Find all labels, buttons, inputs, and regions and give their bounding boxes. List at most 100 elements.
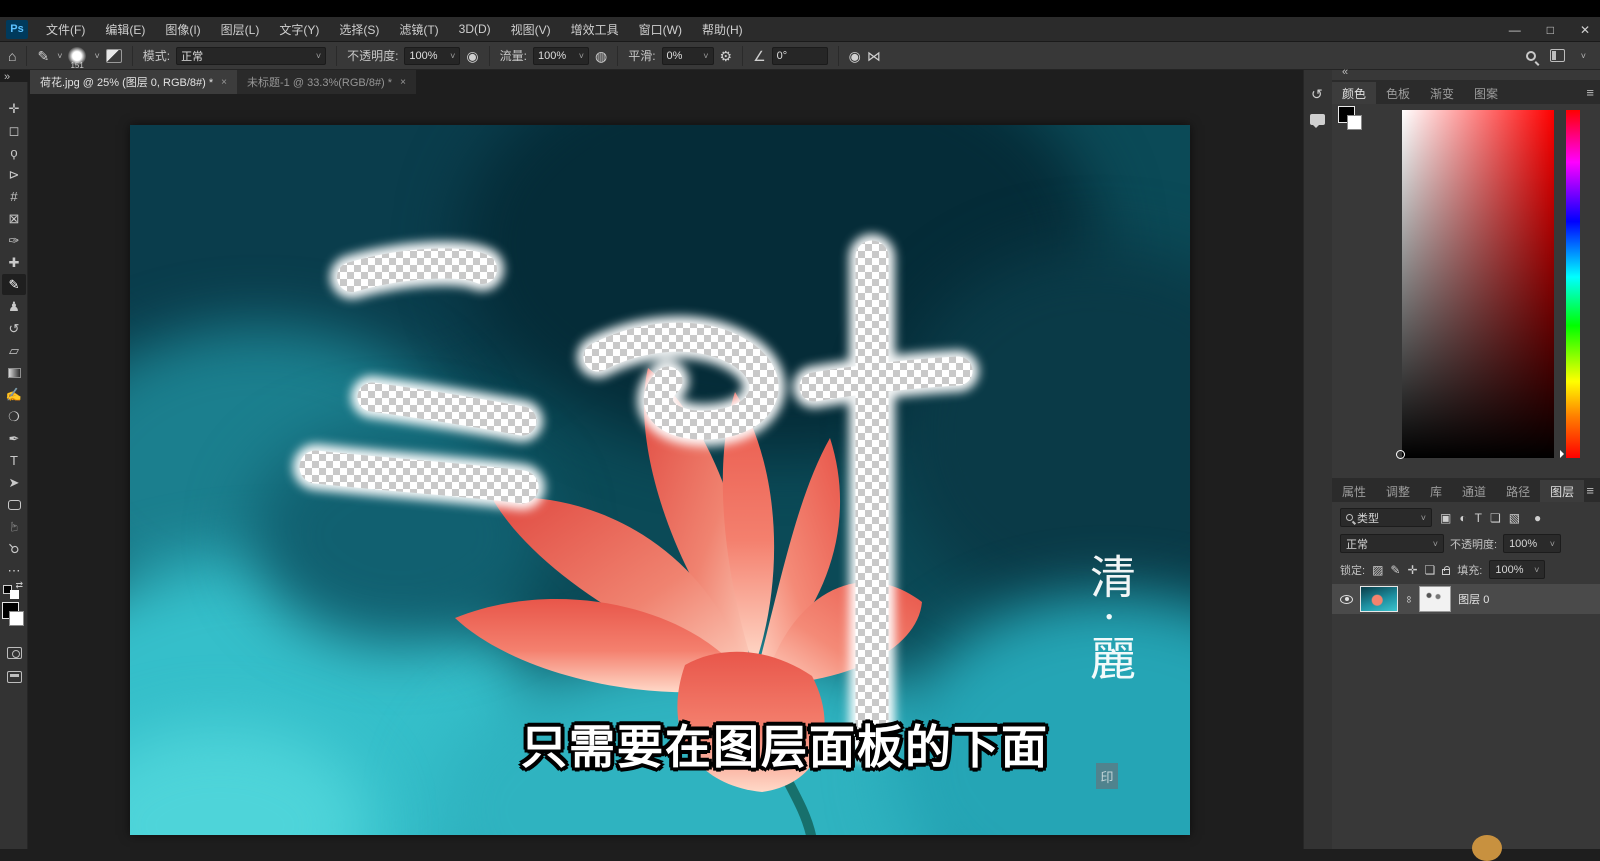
tab-paths[interactable]: 路径: [1496, 480, 1540, 502]
layer-blend-mode-select[interactable]: 正常 ˅: [1340, 534, 1444, 553]
panel-menu-icon[interactable]: ≡: [1586, 85, 1594, 100]
lock-paint-icon[interactable]: ✎: [1390, 563, 1400, 577]
layer-visibility-eye-icon[interactable]: [1340, 595, 1353, 604]
path-selection-tool[interactable]: ➤: [2, 472, 26, 493]
smudge-tool[interactable]: ✍: [2, 384, 26, 405]
smoothing-gear-icon[interactable]: ⚙: [720, 49, 733, 63]
filter-pixel-layers-icon[interactable]: ▣: [1440, 511, 1451, 525]
edit-toolbar-button[interactable]: ⋯: [2, 560, 26, 581]
brush-settings-panel-toggle[interactable]: [106, 49, 122, 63]
tab-libraries[interactable]: 库: [1420, 480, 1452, 502]
tab-layers[interactable]: 图层: [1540, 480, 1584, 502]
default-swap-colors[interactable]: ⇄: [3, 582, 23, 598]
restore-button[interactable]: □: [1547, 23, 1554, 37]
menu-plugins[interactable]: 增效工具: [561, 21, 629, 38]
tab-patterns[interactable]: 图案: [1464, 82, 1508, 104]
lock-all-icon[interactable]: [1442, 569, 1450, 575]
menu-view[interactable]: 视图(V): [501, 21, 561, 38]
layer-fill-select[interactable]: 100% ˅: [1489, 560, 1545, 579]
dodge-tool[interactable]: ❍: [2, 406, 26, 427]
menu-select[interactable]: 选择(S): [329, 21, 389, 38]
tab-properties[interactable]: 属性: [1332, 480, 1376, 502]
color-pick-marker[interactable]: [1396, 450, 1405, 459]
lock-position-icon[interactable]: ✛: [1407, 563, 1417, 577]
minimize-button[interactable]: —: [1509, 23, 1521, 37]
panel-menu-icon[interactable]: ≡: [1586, 483, 1594, 498]
eyedropper-tool[interactable]: ✑: [2, 230, 26, 251]
lasso-tool[interactable]: ϙ: [2, 142, 26, 163]
tab-channels[interactable]: 通道: [1452, 480, 1496, 502]
menu-type[interactable]: 文字(Y): [269, 21, 329, 38]
collapse-panels-icon[interactable]: «: [1342, 66, 1348, 78]
comments-panel-icon[interactable]: [1310, 114, 1325, 125]
workspace-switcher-icon[interactable]: [1550, 49, 1565, 62]
hand-tool[interactable]: ☞: [2, 516, 26, 537]
type-tool[interactable]: T: [2, 450, 26, 471]
opacity-select[interactable]: 100% ˅: [404, 47, 460, 65]
menu-image[interactable]: 图像(I): [155, 21, 210, 38]
clone-stamp-tool[interactable]: ♟: [2, 296, 26, 317]
gradient-tool[interactable]: [2, 362, 26, 383]
saturation-brightness-picker[interactable]: [1402, 110, 1554, 458]
tab-gradients[interactable]: 渐变: [1420, 82, 1464, 104]
background-color-swatch[interactable]: [9, 611, 24, 626]
close-tab-icon[interactable]: ×: [400, 77, 406, 88]
quick-mask-button[interactable]: [2, 642, 26, 663]
background-color-swatch[interactable]: [1347, 115, 1362, 130]
search-icon[interactable]: [1526, 51, 1536, 61]
brush-preset-picker[interactable]: 151: [68, 47, 86, 65]
move-tool[interactable]: ✛: [2, 98, 26, 119]
shape-tool[interactable]: [2, 494, 26, 515]
smoothing-select[interactable]: 0% ˅: [662, 47, 714, 65]
pen-tool[interactable]: ✒: [2, 428, 26, 449]
history-brush-tool[interactable]: ↺: [2, 318, 26, 339]
menu-file[interactable]: 文件(F): [36, 21, 95, 38]
pressure-size-icon[interactable]: ◉: [849, 49, 861, 63]
history-panel-icon[interactable]: ↺: [1311, 86, 1323, 103]
airbrush-icon[interactable]: ◍: [595, 49, 607, 63]
layer-filter-select[interactable]: 类型 ˅: [1340, 508, 1432, 527]
layer-mask-thumbnail[interactable]: [1419, 586, 1451, 612]
screen-mode-button[interactable]: [2, 666, 26, 687]
hue-slider[interactable]: [1566, 110, 1580, 458]
filter-adjustment-layers-icon[interactable]: ◐: [1459, 511, 1466, 525]
crop-tool[interactable]: #: [2, 186, 26, 207]
menu-3d[interactable]: 3D(D): [449, 22, 501, 36]
color-panel-swatches[interactable]: [1338, 106, 1368, 136]
blend-mode-select[interactable]: 正常 ˅: [176, 47, 326, 65]
object-selection-tool[interactable]: ⊳: [2, 164, 26, 185]
filter-toggle-pin-icon[interactable]: ●: [1534, 511, 1541, 525]
foreground-background-swatches[interactable]: [2, 602, 26, 632]
close-button[interactable]: ✕: [1580, 23, 1590, 37]
filter-type-layers-icon[interactable]: T: [1475, 511, 1482, 525]
menu-window[interactable]: 窗口(W): [629, 21, 692, 38]
tab-swatches[interactable]: 色板: [1376, 82, 1420, 104]
document-canvas[interactable]: 清·麗 印 只需要在图层面板的下面: [130, 125, 1190, 835]
home-icon[interactable]: ⌂: [8, 49, 16, 63]
close-tab-icon[interactable]: ×: [221, 77, 227, 88]
zoom-tool[interactable]: ⚲: [2, 538, 26, 559]
chevron-down-icon[interactable]: ˅: [57, 51, 62, 61]
document-tab-inactive[interactable]: 未标题-1 @ 33.3%(RGB/8#) * ×: [237, 70, 416, 94]
hue-slider-marker[interactable]: [1560, 450, 1568, 458]
document-tab-active[interactable]: 荷花.jpg @ 25% (图层 0, RGB/8#) * ×: [30, 70, 237, 94]
lock-transparency-icon[interactable]: ▨: [1372, 563, 1383, 577]
brush-tool-icon[interactable]: ✎: [37, 49, 49, 63]
filter-shape-layers-icon[interactable]: ❏: [1490, 511, 1501, 525]
chevron-down-icon[interactable]: ˅: [1581, 51, 1586, 61]
menu-edit[interactable]: 编辑(E): [95, 21, 155, 38]
spot-healing-tool[interactable]: ✚: [2, 252, 26, 273]
layer-name[interactable]: 图层 0: [1458, 591, 1489, 607]
layer-opacity-select[interactable]: 100% ˅: [1503, 534, 1561, 553]
brush-angle-input[interactable]: 0°: [772, 47, 828, 65]
pressure-opacity-icon[interactable]: ◉: [466, 49, 478, 63]
layer-row[interactable]: ∞ 图层 0: [1332, 584, 1600, 614]
tab-adjustments[interactable]: 调整: [1376, 480, 1420, 502]
brush-tool[interactable]: ✎: [2, 274, 26, 295]
lock-artboard-icon[interactable]: ❏: [1425, 563, 1436, 577]
chevron-down-icon[interactable]: ˅: [94, 51, 99, 61]
menu-help[interactable]: 帮助(H): [692, 21, 753, 38]
marquee-tool[interactable]: ◻: [2, 120, 26, 141]
menu-layer[interactable]: 图层(L): [211, 21, 270, 38]
tab-color[interactable]: 颜色: [1332, 82, 1376, 104]
